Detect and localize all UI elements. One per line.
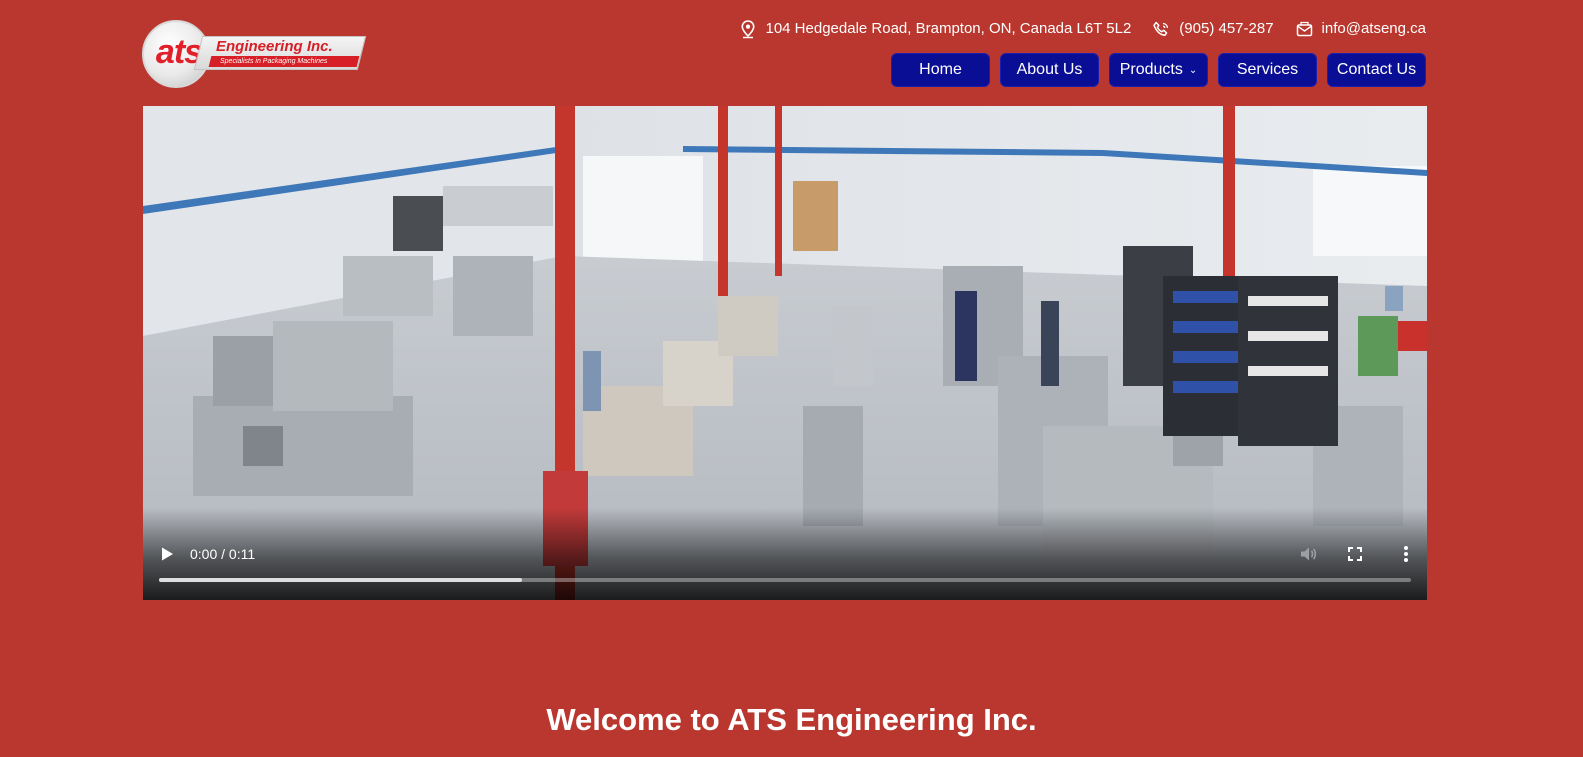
nav-contact-label: Contact Us (1336, 61, 1417, 78)
logo-tagline: Specialists in Packaging Machines (220, 58, 328, 65)
email-text[interactable]: info@atseng.ca (1322, 18, 1426, 40)
ats-logo[interactable]: ats Engineering Inc. Specialists in Pack… (142, 18, 367, 88)
address-text: 104 Hedgedale Road, Brampton, ON, Canada… (765, 20, 1132, 37)
nav-home-label: Home (919, 61, 962, 78)
contact-bar: 104 Hedgedale Road, Brampton, ON, Canada… (740, 18, 1426, 40)
factory-video-player[interactable]: 0:00 / 0:11 (143, 106, 1427, 600)
nav-contact-button[interactable]: Contact Us (1327, 53, 1426, 87)
logo-tagline-bar: Specialists in Packaging Machines (208, 56, 360, 67)
contact-address: 104 Hedgedale Road, Brampton, ON, Canada… (740, 18, 1131, 40)
phone-icon (1153, 21, 1169, 36)
play-icon[interactable] (160, 546, 174, 562)
nav-about-button[interactable]: About Us (1000, 53, 1099, 87)
contact-phone[interactable]: (905) 457-287 (1153, 18, 1274, 40)
video-seek-bar[interactable] (159, 578, 1411, 582)
phone-text[interactable]: (905) 457-287 (1179, 18, 1273, 40)
nav-products-button[interactable]: Products ⌄ (1109, 53, 1208, 87)
seek-buffered-progress (159, 578, 523, 582)
main-nav: Home About Us Products ⌄ Services Contact… (891, 53, 1426, 87)
mail-icon (1296, 21, 1312, 37)
volume-icon[interactable] (1299, 545, 1317, 563)
nav-products-label: Products (1119, 61, 1183, 78)
site-header: ats Engineering Inc. Specialists in Pack… (0, 0, 1583, 106)
more-options-icon[interactable] (1403, 545, 1409, 563)
video-controls: 0:00 / 0:11 (143, 508, 1427, 600)
logo-name: Engineering Inc. (216, 38, 333, 55)
video-time: 0:00 / 0:11 (190, 546, 256, 562)
nav-services-button[interactable]: Services (1218, 53, 1317, 87)
contact-email[interactable]: info@atseng.ca (1296, 18, 1426, 40)
nav-about-label: About Us (1016, 61, 1083, 78)
nav-home-button[interactable]: Home (891, 53, 990, 87)
welcome-heading: Welcome to ATS Engineering Inc. (546, 702, 1037, 737)
nav-services-label: Services (1236, 61, 1299, 78)
map-pin-icon (741, 19, 755, 38)
fullscreen-icon[interactable] (1347, 546, 1363, 562)
chevron-down-icon: ⌄ (1188, 65, 1198, 76)
